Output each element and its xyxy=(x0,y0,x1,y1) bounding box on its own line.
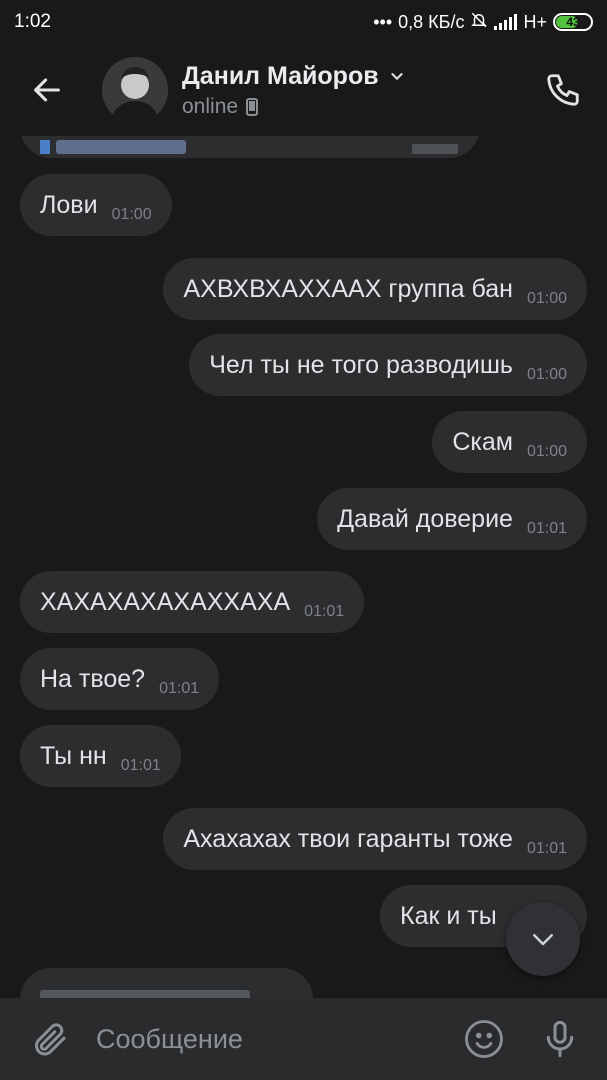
message-time: 01:00 xyxy=(111,206,152,223)
message-text: АХВХВХАХХААХ группа бан xyxy=(183,274,513,303)
signal-icon xyxy=(494,14,518,30)
back-button[interactable] xyxy=(18,61,76,119)
message-bubble-in[interactable]: Ты нн 01:01 xyxy=(20,725,181,787)
message-bubble-in[interactable]: Лови 01:00 xyxy=(20,174,172,236)
chat-header: Данил Майоров online xyxy=(0,44,607,136)
microphone-icon xyxy=(546,1020,574,1058)
emoji-button[interactable] xyxy=(461,1016,507,1062)
message-bubble-in[interactable]: На твое? 01:01 xyxy=(20,648,220,710)
avatar[interactable] xyxy=(102,57,168,123)
phone-icon xyxy=(547,74,579,106)
message-bubble-out[interactable]: АХВХВХАХХААХ группа бан 01:00 xyxy=(163,258,587,320)
network-type: H+ xyxy=(523,11,547,32)
status-time: 1:02 xyxy=(14,11,51,32)
voice-message-button[interactable] xyxy=(537,1016,583,1062)
mobile-device-icon xyxy=(246,97,259,116)
message-text: Чел ты не того разводишь xyxy=(209,350,513,379)
mute-bell-icon xyxy=(470,11,488,34)
message-input[interactable]: Сообщение xyxy=(96,1024,461,1055)
message-time: 01:01 xyxy=(526,520,567,537)
message-bubble-out[interactable]: Скам 01:00 xyxy=(432,411,587,473)
message-text: Как и ты xyxy=(400,901,497,930)
message-bubble-out[interactable]: Чел ты не того разводишь 01:00 xyxy=(189,334,587,396)
message-bubble-in[interactable]: ХАХАХАХАХАХХАХА 01:01 xyxy=(20,571,365,633)
status-indicators: ••• 0,8 КБ/с H+ 43 xyxy=(373,11,593,34)
call-button[interactable] xyxy=(539,66,587,114)
contact-name: Данил Майоров xyxy=(182,61,379,90)
attach-button[interactable] xyxy=(24,1014,74,1064)
battery-level: 43 xyxy=(566,15,580,29)
message-text: ХАХАХАХАХАХХАХА xyxy=(40,587,291,616)
chevron-down-icon xyxy=(390,73,403,81)
scroll-down-button[interactable] xyxy=(506,902,580,976)
network-speed: 0,8 КБ/с xyxy=(398,11,465,32)
contact-name-row[interactable]: Данил Майоров xyxy=(182,62,405,91)
message-time: 01:00 xyxy=(526,290,567,307)
paperclip-icon xyxy=(35,1023,66,1056)
online-status: online xyxy=(182,94,239,118)
contact-info[interactable]: Данил Майоров online xyxy=(182,62,405,119)
message-time: 01:01 xyxy=(120,757,161,774)
message-text: Ты нн xyxy=(40,741,107,770)
message-text: Ахахахах твои гаранты тоже xyxy=(183,824,513,853)
message-time: 01:01 xyxy=(159,680,200,697)
message-composer: Сообщение xyxy=(0,998,607,1080)
message-text: Лови xyxy=(40,190,98,219)
message-time: 01:01 xyxy=(526,840,567,857)
message-time: 01:00 xyxy=(526,366,567,383)
status-bar: 1:02 ••• 0,8 КБ/с H+ 43 xyxy=(0,0,607,44)
message-bubble-out[interactable]: Ахахахах твои гаранты тоже 01:01 xyxy=(163,808,587,870)
message-time: 01:01 xyxy=(304,603,345,620)
contact-status-row: online xyxy=(182,95,405,119)
message-bubble-out[interactable]: Давай доверие 01:01 xyxy=(317,488,587,550)
message-bubble-partial[interactable] xyxy=(20,968,313,998)
smiley-icon xyxy=(465,1020,503,1058)
battery-icon: 43 xyxy=(553,13,593,31)
message-bubble-partial[interactable] xyxy=(20,136,480,158)
message-list[interactable]: Лови 01:00 АХВХВХАХХААХ группа бан 01:00… xyxy=(0,136,607,998)
back-arrow-icon xyxy=(34,78,60,102)
message-text: Скам xyxy=(452,427,513,456)
message-time: 01:00 xyxy=(526,443,567,460)
more-dots-icon: ••• xyxy=(373,11,393,32)
message-text: Давай доверие xyxy=(337,504,513,533)
chevron-down-icon xyxy=(533,934,553,946)
message-text: На твое? xyxy=(40,664,146,693)
